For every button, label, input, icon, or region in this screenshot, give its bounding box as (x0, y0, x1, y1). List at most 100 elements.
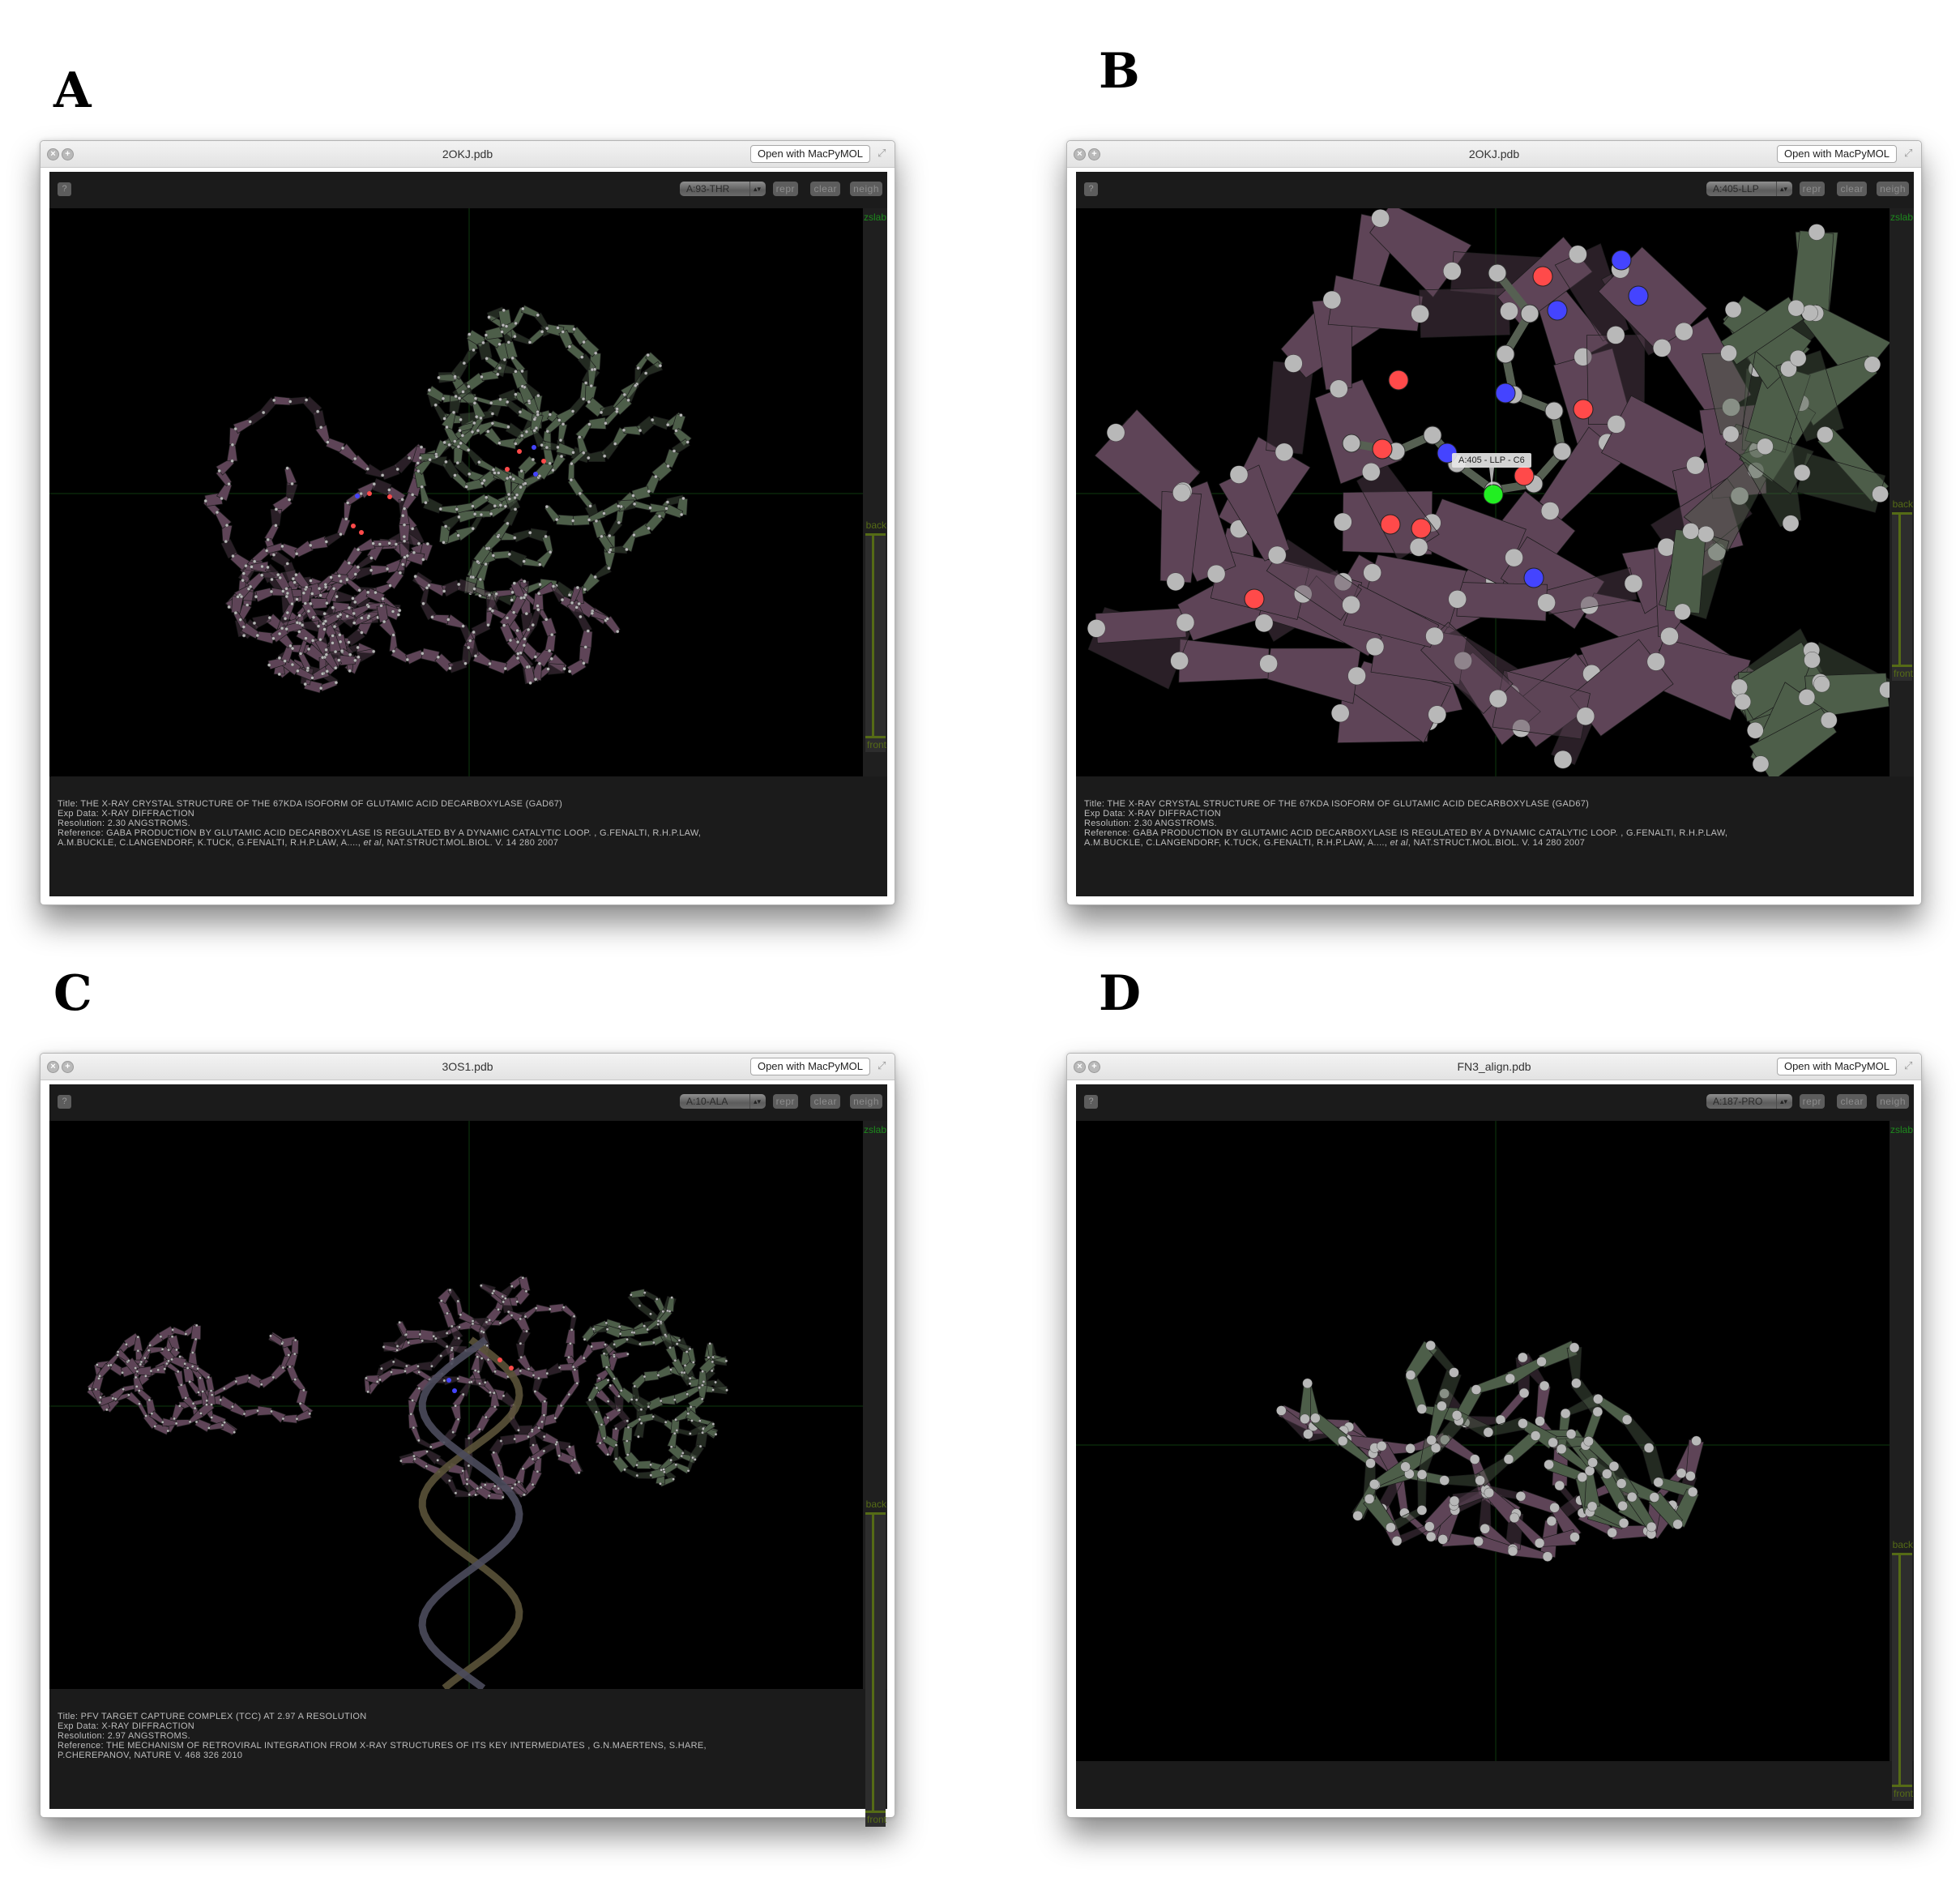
ca-atom (476, 429, 480, 433)
repr-button[interactable]: repr (1799, 182, 1825, 196)
open-with-macpymol-button[interactable]: Open with MacPyMOL (749, 1058, 870, 1075)
ca-atom (711, 1388, 715, 1392)
zslab-track[interactable] (1892, 512, 1912, 681)
expand-icon[interactable]: ⤢ (1904, 148, 1915, 159)
zslab-back-handle[interactable] (865, 533, 886, 536)
zslab-back-handle[interactable] (1892, 512, 1912, 515)
ca-atom (287, 1353, 291, 1357)
window-titlebar[interactable]: × + 3OS1.pdb Open with MacPyMOL ⤢ (41, 1054, 895, 1080)
ca-atom (400, 498, 404, 502)
ca-atom (1347, 666, 1366, 686)
zslab-front-handle[interactable] (1892, 665, 1912, 667)
help-button[interactable]: ? (1084, 1095, 1098, 1109)
zslab-control[interactable]: zslab back front (863, 208, 887, 776)
residue-select[interactable]: A:187-PRO ▴▾ (1706, 1094, 1792, 1109)
ca-atom (498, 397, 502, 402)
info-resolution: Resolution: 2.97 ANGSTROMS. (58, 1731, 190, 1741)
residue-select[interactable]: A:10-ALA ▴▾ (680, 1094, 766, 1109)
3d-viewport[interactable] (1076, 1121, 1890, 1761)
zslab-front-handle[interactable] (865, 1811, 886, 1813)
ca-atom (353, 572, 357, 576)
zslab-track[interactable] (1892, 1553, 1912, 1801)
ca-atom (165, 1362, 169, 1366)
ca-atom (658, 364, 663, 368)
expand-icon[interactable]: ⤢ (878, 148, 889, 159)
ca-atom (588, 1398, 591, 1402)
repr-button[interactable]: repr (1799, 1094, 1825, 1109)
window-titlebar[interactable]: × + 2OKJ.pdb Open with MacPyMOL ⤢ (41, 141, 895, 168)
zslab-track[interactable] (865, 533, 886, 752)
ca-atom (1675, 322, 1693, 341)
zslab-back-handle[interactable] (865, 1512, 886, 1515)
repr-button[interactable]: repr (772, 182, 798, 196)
open-with-macpymol-button[interactable]: Open with MacPyMOL (749, 145, 870, 163)
clear-button[interactable]: clear (810, 1094, 840, 1109)
help-button[interactable]: ? (1084, 182, 1098, 196)
ca-atom (698, 1444, 702, 1448)
zslab-range-bar[interactable] (872, 533, 874, 736)
ca-atom (396, 613, 401, 617)
ca-atom (1206, 564, 1226, 584)
zslab-back-handle[interactable] (1892, 1553, 1912, 1555)
expand-icon[interactable]: ⤢ (878, 1060, 889, 1071)
ca-atom (1544, 1459, 1554, 1470)
ca-atom (116, 1353, 119, 1357)
zslab-control[interactable]: zslab back front (1890, 208, 1914, 776)
neigh-button[interactable]: neigh (1877, 182, 1909, 196)
carbon-atom (1423, 425, 1442, 445)
ca-atom (582, 451, 586, 455)
zslab-front-handle[interactable] (865, 736, 886, 738)
ca-atom (281, 589, 285, 593)
zslab-range-bar[interactable] (872, 1512, 874, 1811)
3d-viewport[interactable]: A:405 - LLP - C6 (1076, 208, 1890, 776)
zslab-control[interactable]: zslab back front (863, 1121, 887, 1827)
ca-atom (587, 422, 591, 426)
residue-select-value: A:187-PRO (1713, 1096, 1763, 1107)
window-titlebar[interactable]: × + 2OKJ.pdb Open with MacPyMOL ⤢ (1067, 141, 1921, 168)
ca-atom (331, 587, 336, 591)
ca-atom (1560, 1408, 1571, 1419)
ribbon-segment (488, 659, 508, 674)
clear-button[interactable]: clear (1837, 1094, 1867, 1109)
help-button[interactable]: ? (58, 182, 71, 196)
ca-atom (472, 587, 476, 591)
ca-atom (416, 541, 421, 545)
neigh-button[interactable]: neigh (850, 1094, 882, 1109)
window-titlebar[interactable]: × + FN3_align.pdb Open with MacPyMOL ⤢ (1067, 1054, 1921, 1080)
ca-atom (1682, 523, 1699, 540)
ribbon-segment (613, 1396, 625, 1411)
neigh-button[interactable]: neigh (850, 182, 882, 196)
zslab-range-bar[interactable] (1898, 1553, 1901, 1785)
help-button[interactable]: ? (58, 1095, 71, 1109)
zslab-control[interactable]: zslab back front (1890, 1121, 1914, 1801)
open-with-macpymol-button[interactable]: Open with MacPyMOL (1776, 145, 1897, 163)
zslab-front-handle[interactable] (1892, 1785, 1912, 1787)
ca-atom (490, 609, 495, 613)
ca-atom (470, 430, 475, 434)
ca-atom (335, 594, 339, 599)
clear-button[interactable]: clear (810, 182, 840, 196)
residue-select[interactable]: A:405-LLP ▴▾ (1706, 182, 1792, 196)
ca-atom (293, 1338, 297, 1342)
clear-button[interactable]: clear (1837, 182, 1867, 196)
repr-button[interactable]: repr (772, 1094, 798, 1109)
open-with-macpymol-button[interactable]: Open with MacPyMOL (1776, 1058, 1897, 1075)
residue-select-value: A:93-THR (686, 183, 730, 195)
ca-atom (217, 468, 221, 473)
expand-icon[interactable]: ⤢ (1904, 1060, 1915, 1071)
carbon-atom (1520, 304, 1539, 323)
3d-viewport[interactable] (49, 208, 863, 776)
ca-atom (148, 1344, 152, 1347)
ca-atom (523, 592, 527, 597)
residue-select[interactable]: A:93-THR ▴▾ (680, 182, 766, 196)
ca-atom (1268, 545, 1287, 565)
neigh-button[interactable]: neigh (1877, 1094, 1909, 1109)
ca-atom (448, 1288, 452, 1292)
3d-viewport[interactable] (49, 1121, 863, 1689)
ca-atom (691, 1456, 694, 1460)
ca-atom (1793, 464, 1811, 481)
zslab-track[interactable] (865, 1512, 886, 1827)
zslab-range-bar[interactable] (1898, 512, 1901, 665)
ca-atom (626, 1419, 630, 1423)
ca-atom (269, 589, 274, 594)
